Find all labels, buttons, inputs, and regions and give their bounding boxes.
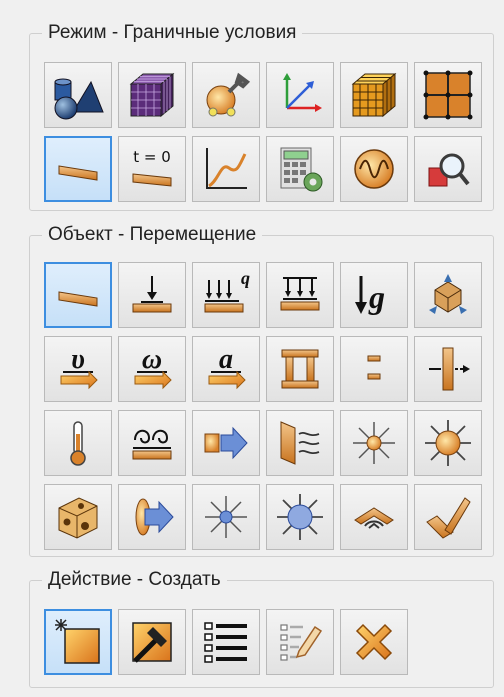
gravity-icon: g: [355, 276, 385, 315]
point-load-button[interactable]: [118, 262, 186, 328]
rigid-body-button[interactable]: [414, 262, 482, 328]
time-step-button[interactable]: t = 0: [118, 136, 186, 202]
heat-flux-icon: [204, 426, 248, 460]
temperature-icon: [70, 421, 86, 466]
point-load-icon: [132, 276, 172, 313]
boundary-conditions-icon: [58, 165, 98, 181]
rigid-body-icon: [429, 274, 467, 314]
edit-hammer-icon: [132, 622, 172, 663]
mesh-elements-button[interactable]: [414, 62, 482, 128]
velocity-button[interactable]: υ: [44, 336, 112, 402]
convection-icon: [280, 421, 320, 465]
mesh-elements-icon: [423, 70, 473, 120]
acceleration-label: a: [219, 344, 233, 375]
volume-emission-button[interactable]: [266, 484, 334, 550]
mesh-cube-button[interactable]: [118, 62, 186, 128]
time-step-icon: t = 0: [132, 148, 172, 187]
gravity-label: g: [368, 279, 385, 315]
volume-radiation-icon: [425, 420, 471, 466]
gap-button[interactable]: [340, 336, 408, 402]
action-group: Действие - Создать: [29, 567, 494, 688]
angular-velocity-icon: ω: [134, 344, 172, 390]
pressure-load-button[interactable]: [266, 262, 334, 328]
geometry-shapes-icon: [54, 78, 104, 120]
angular-radiation-button[interactable]: [340, 484, 408, 550]
surface-flux-button[interactable]: [118, 484, 186, 550]
point-emission-button[interactable]: [192, 484, 260, 550]
convection-button[interactable]: [266, 410, 334, 476]
displacement-button[interactable]: [44, 262, 112, 328]
velocity-icon: υ: [60, 344, 98, 390]
distributed-load-icon: q: [204, 268, 250, 313]
delete-button[interactable]: [340, 609, 408, 675]
contact-icon: [281, 349, 319, 389]
point-emission-icon: [205, 496, 247, 538]
heat-flux-button[interactable]: [192, 410, 260, 476]
surface-flux-icon: [135, 498, 174, 536]
edit-list-icon: [280, 624, 323, 661]
action-group-title: Действие - Создать: [42, 567, 227, 593]
radiation-button[interactable]: [340, 410, 408, 476]
heat-source-icon: [132, 429, 172, 460]
acceleration-button[interactable]: a: [192, 336, 260, 402]
mesh-grid-button[interactable]: [340, 62, 408, 128]
solver-settings-icon: [280, 147, 323, 192]
material-properties-icon: [206, 72, 251, 117]
create-new-icon: [55, 619, 100, 664]
mode-group: Режим - Граничные условия t = 0: [29, 20, 494, 211]
gravity-button[interactable]: g: [340, 262, 408, 328]
list-button[interactable]: [192, 609, 260, 675]
oscillation-icon: [354, 149, 394, 189]
contact-button[interactable]: [266, 336, 334, 402]
gap-icon: [367, 355, 381, 380]
heat-source-button[interactable]: [118, 410, 186, 476]
object-group: Объект - Перемещение q g υ ω a: [29, 222, 494, 557]
radiation-icon: [353, 422, 395, 464]
acceleration-icon: a: [208, 344, 246, 390]
body-heat-icon: [58, 497, 98, 539]
function-curve-button[interactable]: [192, 136, 260, 202]
results-inspect-icon: [428, 153, 470, 187]
results-inspect-button[interactable]: [414, 136, 482, 202]
angle-button[interactable]: [414, 484, 482, 550]
geometry-button[interactable]: [44, 62, 112, 128]
force-transfer-icon: [429, 347, 470, 391]
displacement-icon: [58, 291, 98, 307]
force-transfer-button[interactable]: [414, 336, 482, 402]
object-group-title: Объект - Перемещение: [42, 222, 263, 248]
body-heat-button[interactable]: [44, 484, 112, 550]
edit-button[interactable]: [118, 609, 186, 675]
time-step-label: t = 0: [133, 148, 171, 166]
angular-velocity-label: ω: [142, 344, 162, 375]
create-button[interactable]: [44, 609, 112, 675]
coordinate-axes-icon: [283, 73, 322, 112]
mesh-grid-cube-icon: [351, 72, 397, 118]
velocity-label: υ: [71, 344, 85, 375]
mesh-cube-icon: [129, 72, 175, 118]
pressure-load-icon: [280, 277, 320, 311]
material-properties-button[interactable]: [192, 62, 260, 128]
oscillation-button[interactable]: [340, 136, 408, 202]
angular-velocity-button[interactable]: ω: [118, 336, 186, 402]
distributed-load-button[interactable]: q: [192, 262, 260, 328]
function-curve-icon: [206, 148, 247, 189]
mode-group-title: Режим - Граничные условия: [42, 20, 303, 46]
volume-radiation-button[interactable]: [414, 410, 482, 476]
coordinate-system-button[interactable]: [266, 62, 334, 128]
edit-list-button[interactable]: [266, 609, 334, 675]
angle-icon: [426, 497, 471, 539]
temperature-button[interactable]: [44, 410, 112, 476]
boundary-conditions-panel: Режим - Граничные условия t = 0 Объект -…: [0, 0, 504, 697]
volume-emission-icon: [277, 494, 323, 540]
list-icon: [204, 622, 247, 663]
distributed-load-label: q: [241, 268, 250, 288]
delete-icon: [355, 623, 393, 661]
solver-settings-button[interactable]: [266, 136, 334, 202]
angular-radiation-icon: [354, 507, 394, 529]
boundary-conditions-button[interactable]: [44, 136, 112, 202]
